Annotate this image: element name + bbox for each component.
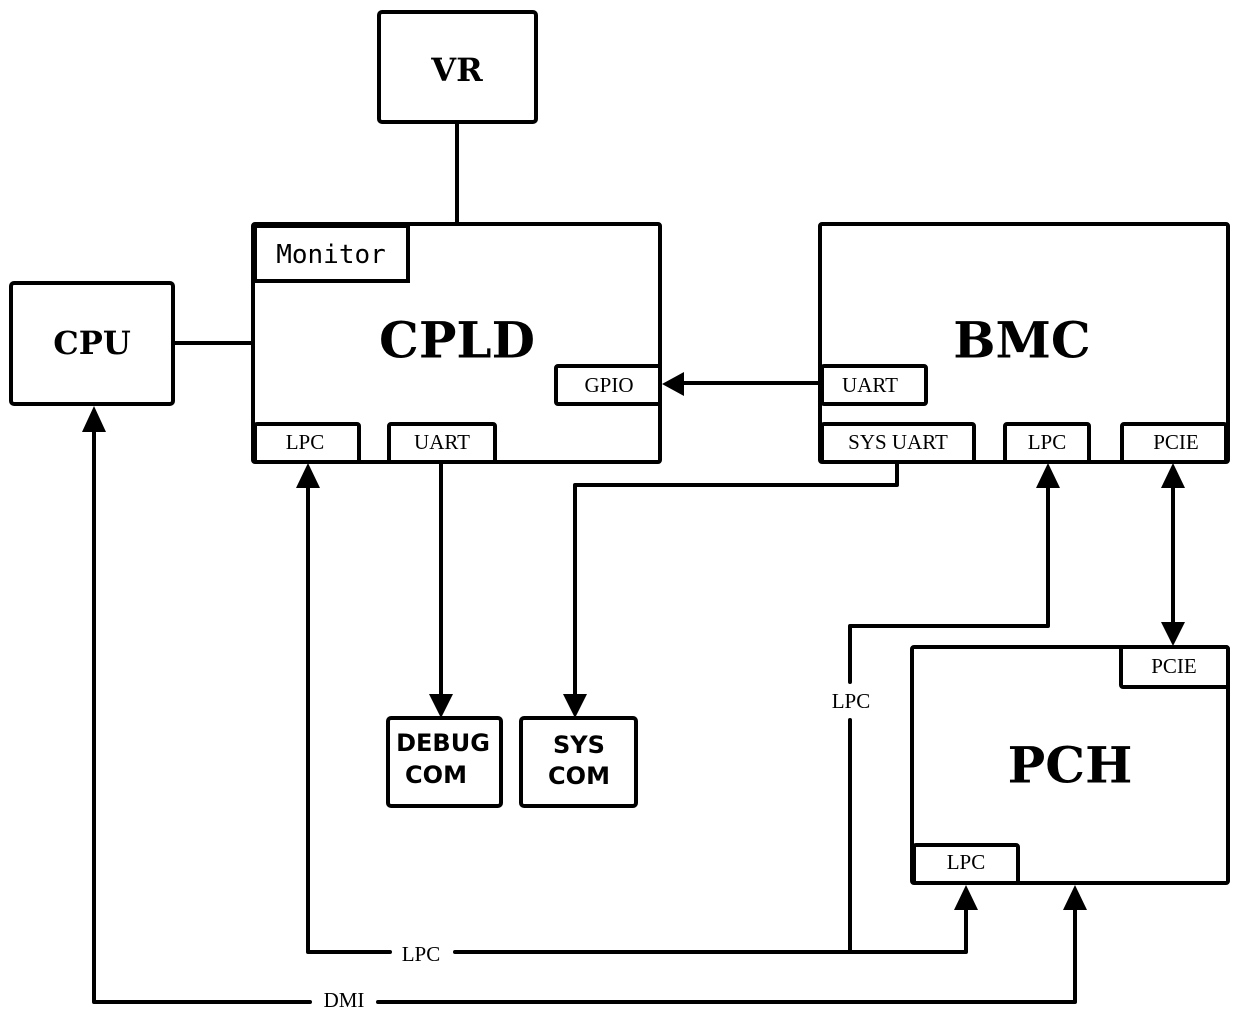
vr-block: VR: [377, 10, 538, 124]
bmc-pcie-label: PCIE: [1153, 430, 1199, 454]
lpc-vertical-bus-label: LPC: [832, 689, 871, 713]
cpld-label: CPLD: [379, 311, 535, 370]
sys-com-line1: SYS: [553, 731, 605, 759]
cpld-lpc-label: LPC: [286, 430, 325, 454]
pch-pcie-label: PCIE: [1151, 654, 1197, 678]
cpld-block: CPLD Monitor GPIO LPC UART: [251, 222, 662, 464]
debug-com-line2: COM: [405, 761, 467, 789]
arrow-pcie-down: [1161, 622, 1185, 646]
sys-com-line2: COM: [548, 762, 610, 790]
block-diagram: VR CPU CPLD Monitor GPIO LPC UART BMC UA…: [9, 10, 1230, 1012]
bmc-uart-label: UART: [842, 373, 898, 397]
arrow-dmi-cpu: [82, 406, 106, 432]
arrow-bmc-sysuart-syscom: [563, 694, 587, 718]
arrow-pcie-up: [1161, 463, 1185, 488]
cpld-monitor-label: Monitor: [276, 240, 386, 270]
debug-com-line1: DEBUG: [396, 729, 490, 757]
wire-lpc-bus-left: [306, 480, 392, 954]
lpc-bottom-bus-label: LPC: [402, 942, 441, 966]
arrow-bmc-uart-gpio: [662, 372, 684, 396]
wire-lpc-bus-right: [453, 904, 968, 954]
pch-label: PCH: [1008, 736, 1133, 795]
vr-label: VR: [430, 51, 483, 89]
bmc-lpc-label: LPC: [1028, 430, 1067, 454]
arrow-dmi-pch: [1063, 885, 1087, 910]
pch-lpc-label: LPC: [947, 850, 986, 874]
pch-block: PCH PCIE LPC: [910, 645, 1230, 885]
cpu-block: CPU: [9, 281, 175, 406]
arrow-lpc-pch: [954, 885, 978, 910]
cpld-gpio-label: GPIO: [584, 373, 633, 397]
cpld-uart-label: UART: [414, 430, 470, 454]
sys-com-block: SYS COM: [519, 716, 638, 808]
bmc-label: BMC: [953, 311, 1090, 370]
debug-com-block: DEBUG COM: [386, 716, 503, 808]
cpu-label: CPU: [53, 324, 131, 362]
bmc-block: BMC UART SYS UART LPC PCIE: [818, 222, 1230, 464]
arrow-lpc-bmc: [1036, 463, 1060, 488]
bmc-sys-uart-label: SYS UART: [848, 430, 948, 454]
wire-dmi-left: [92, 424, 312, 1004]
dmi-bus-label: DMI: [324, 988, 365, 1012]
arrow-cpld-uart-debug: [429, 694, 453, 718]
arrow-lpc-cpld: [296, 463, 320, 488]
